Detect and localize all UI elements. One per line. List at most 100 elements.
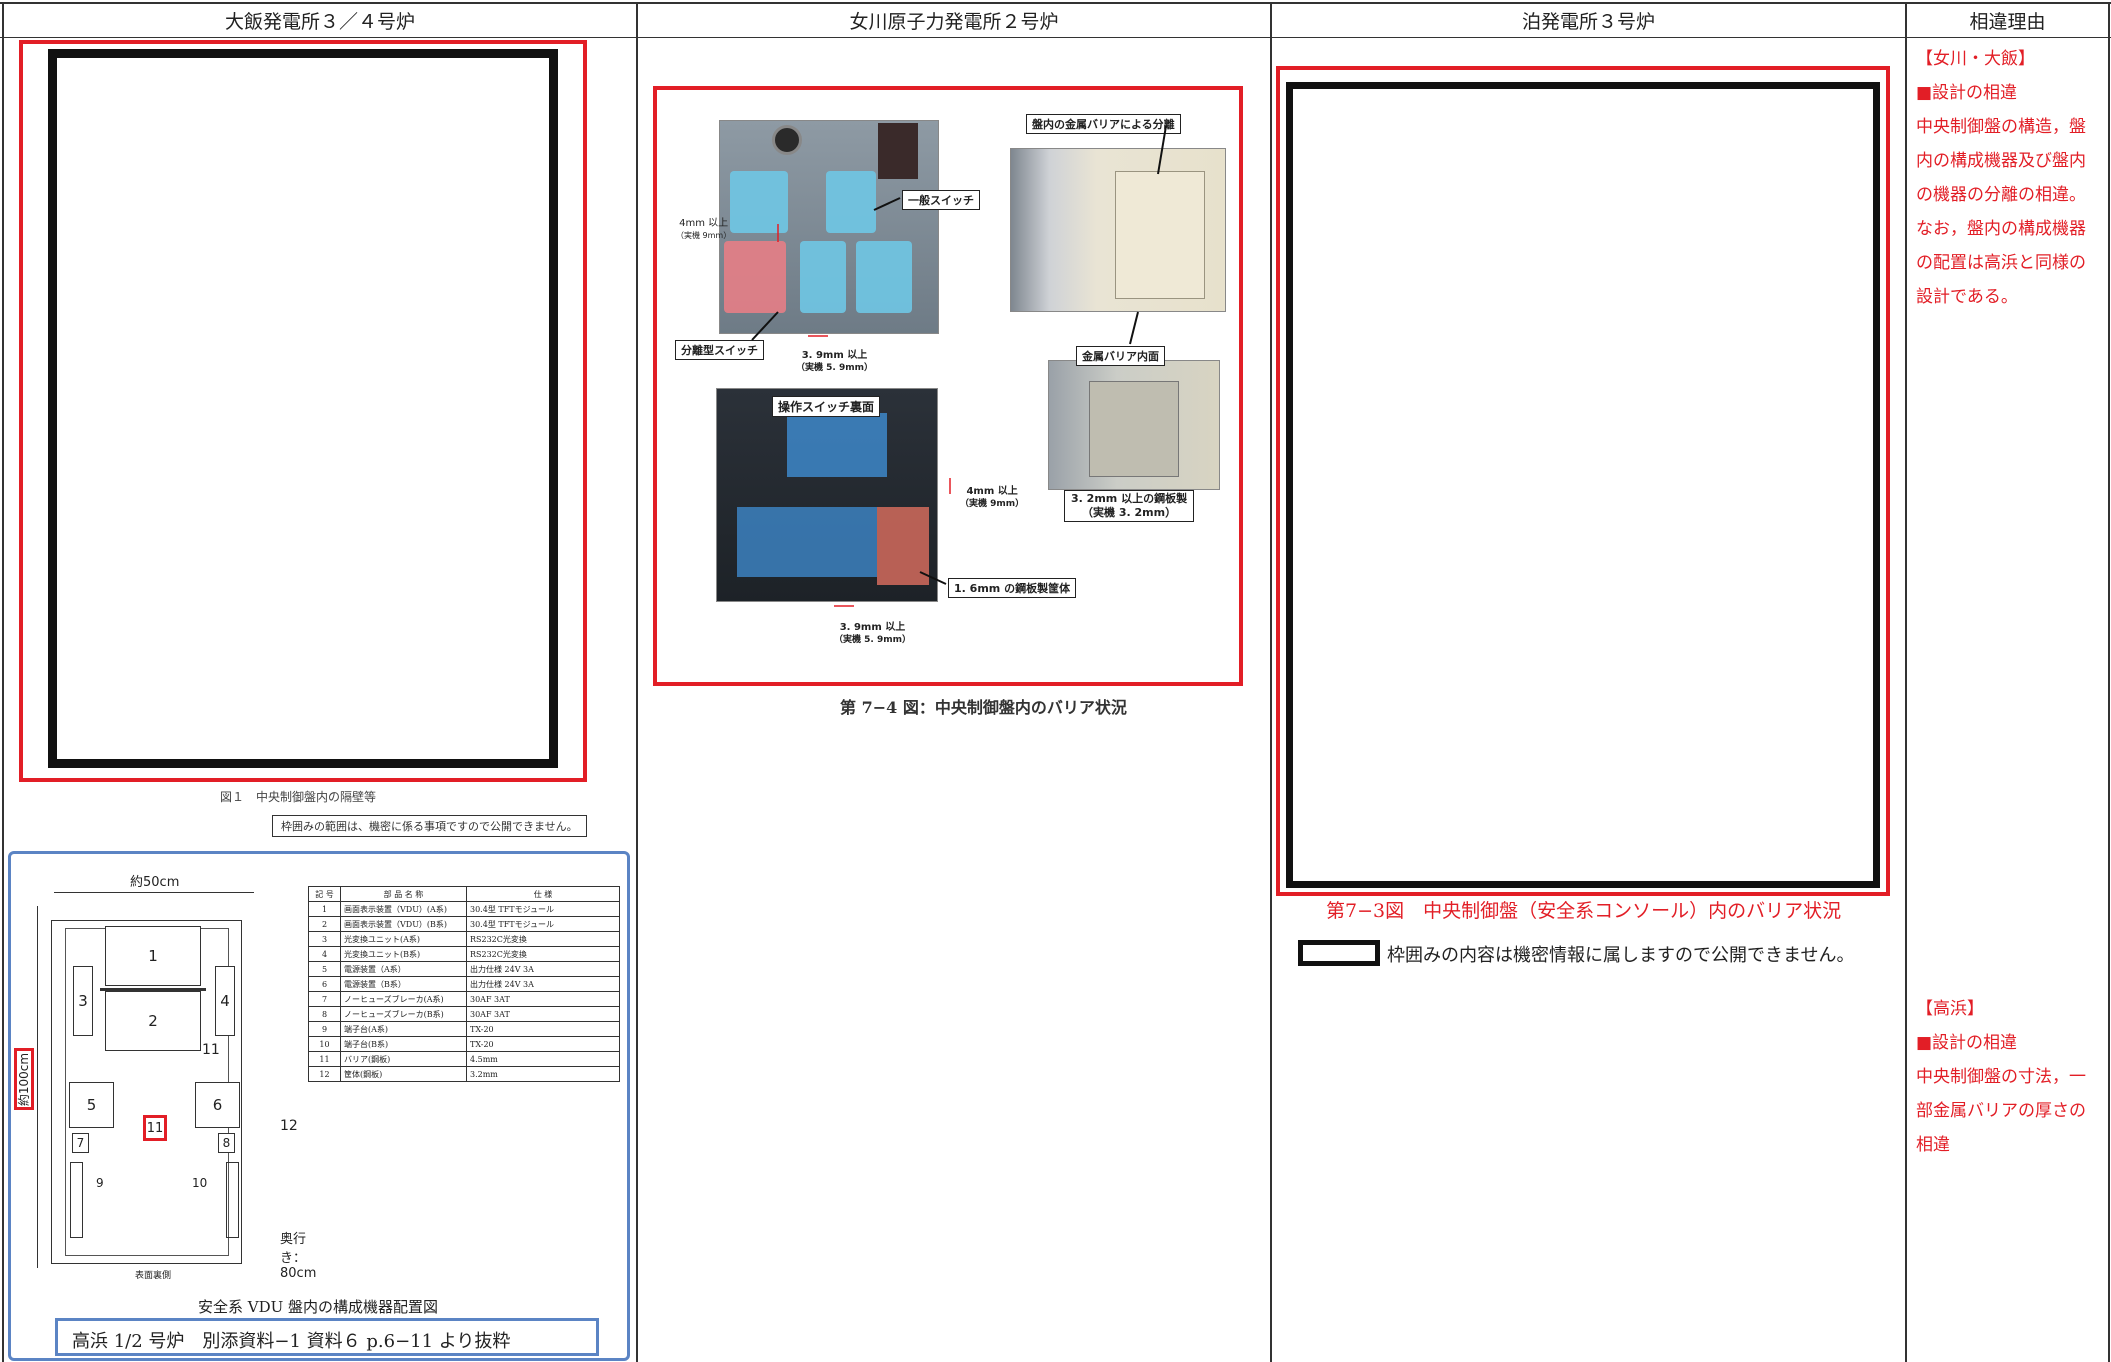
col2-arrows — [751, 125, 1167, 607]
parts-code-cell: 8 — [308, 1006, 341, 1022]
height-arrow — [37, 906, 38, 1268]
parts-code-cell: 2 — [308, 916, 341, 932]
source-note: 高浜 1/2 号炉 別添資料−1 資料６ p.6−11 より抜粋 — [55, 1318, 599, 1356]
parts-spec-cell: 3.2mm — [466, 1066, 620, 1082]
reason-block-1: 【女川・大飯】 ■設計の相違 中央制御盤の構造，盤内の構成機器及び盤内の機器の分… — [1916, 42, 2102, 314]
tomari-confidential-note: 枠囲みの内容は機密情報に属しますので公開できません。 — [1387, 945, 1855, 966]
parts-spec-cell: TX-20 — [466, 1021, 620, 1037]
parts-name-cell: 端子台(A系) — [340, 1021, 467, 1037]
tomari-legend-swatch — [1298, 940, 1380, 966]
parts-name-cell: 画面表示装置（VDU）(A系) — [340, 901, 467, 917]
arrow-barrier-inner — [1129, 311, 1139, 345]
part-6: 6 — [195, 1082, 240, 1128]
reason-2-item: ■設計の相違 — [1916, 1033, 2018, 1053]
layout-caption: 安全系 VDU 盤内の構成機器配置図 — [198, 1298, 439, 1316]
part-11-highlight: 11 — [143, 1115, 167, 1141]
tomari-caption: 第7−3図 中央制御盤（安全系コンソール）内のバリア状況 — [1326, 900, 1842, 922]
part-1: 1 — [105, 926, 201, 986]
th-name: 部 品 名 称 — [340, 886, 467, 902]
arrow-general-switch — [873, 197, 901, 211]
parts-spec-cell: 30AF 3AT — [466, 1006, 620, 1022]
parts-table-row: 9 端子台(A系) TX-20 — [308, 1021, 620, 1037]
parts-code-cell: 6 — [308, 976, 341, 992]
parts-spec-cell: RS232C光変換 — [466, 931, 620, 947]
parts-spec-cell: 4.5mm — [466, 1051, 620, 1067]
height-label: 約100cm — [17, 1052, 32, 1106]
parts-code-cell: 4 — [308, 946, 341, 962]
parts-code-cell: 12 — [308, 1066, 341, 1082]
ohi-fig1-caption: 図１ 中央制御盤内の隔壁等 — [220, 790, 377, 804]
parts-name-cell: ノーヒューズブレーカ(B系) — [340, 1006, 467, 1022]
parts-table-row: 7 ノーヒューズブレーカ(A系) 30AF 3AT — [308, 991, 620, 1007]
parts-table-row: 4 光変換ユニット(B系) RS232C光変換 — [308, 946, 620, 962]
arrow-separate-switch — [751, 311, 779, 341]
parts-table-row: 11 バリア(鋼板) 4.5mm — [308, 1051, 620, 1067]
table-left-border — [2, 2, 4, 1362]
table-right-border — [2108, 2, 2110, 1362]
header-tomari: 泊発電所３号炉 — [1521, 10, 1655, 33]
parts-spec-cell: 30.4型 TFTモジュール — [466, 916, 620, 932]
parts-table-row: 3 光変換ユニット(A系) RS232C光変換 — [308, 931, 620, 947]
onagawa-caption: 第 7−4 図：中央制御盤内のバリア状況 — [840, 698, 1127, 717]
parts-spec-cell: 出力仕様 24V 3A — [466, 961, 620, 977]
parts-spec-cell: 出力仕様 24V 3A — [466, 976, 620, 992]
col-divider-3 — [1905, 2, 1907, 1362]
parts-table-body: 1 画面表示装置（VDU）(A系) 30.4型 TFTモジュール 2 画面表示装置（VD… — [308, 901, 620, 1082]
parts-code-cell: 1 — [308, 901, 341, 917]
parts-table-row: 1 画面表示装置（VDU）(A系) 30.4型 TFTモジュール — [308, 901, 620, 917]
parts-table-header: 記 号 部 品 名 称 仕 様 — [308, 886, 620, 902]
parts-table-row: 2 画面表示装置（VDU）(B系) 30.4型 TFTモジュール — [308, 916, 620, 932]
parts-name-cell: 電源装置（B系） — [340, 976, 467, 992]
reason-2-body: 中央制御盤の寸法，一部金属バリアの厚さの相違 — [1916, 1067, 2086, 1155]
width-label: 約50cm — [130, 875, 180, 890]
part-2: 2 — [105, 991, 201, 1051]
part-10-label: 10 — [192, 1176, 208, 1190]
part-12-label: 12 — [280, 1118, 298, 1134]
parts-spec-cell: RS232C光変換 — [466, 946, 620, 962]
front-label: 表面裏側 — [135, 1271, 172, 1281]
header-onagawa: 女川原子力発電所２号炉 — [849, 10, 1059, 33]
reason-block-2: 【高浜】 ■設計の相違 中央制御盤の寸法，一部金属バリアの厚さの相違 — [1916, 992, 2102, 1162]
parts-name-cell: 光変換ユニット(B系) — [340, 946, 467, 962]
parts-table-row: 12 筐体(鋼板) 3.2mm — [308, 1066, 620, 1082]
arrow-barrier-separation — [1157, 125, 1167, 175]
parts-table-row: 8 ノーヒューズブレーカ(B系) 30AF 3AT — [308, 1006, 620, 1022]
reason-1-body: 中央制御盤の構造，盤内の構成機器及び盤内の機器の分離の相違。なお，盤内の構成機器… — [1916, 117, 2086, 307]
parts-code-cell: 5 — [308, 961, 341, 977]
parts-table-row: 5 電源装置（A系） 出力仕様 24V 3A — [308, 961, 620, 977]
col-divider-2 — [1270, 2, 1272, 1362]
tomari-masked-figure — [1286, 82, 1880, 888]
part-8: 8 — [218, 1133, 235, 1153]
parts-spec-cell: 30.4型 TFTモジュール — [466, 901, 620, 917]
depth-label: 奥行き：80cm — [280, 1232, 317, 1281]
arrow-steel-case — [919, 571, 947, 585]
part-3: 3 — [73, 966, 93, 1036]
th-spec: 仕 様 — [466, 886, 620, 902]
header-bottom-border — [0, 37, 2111, 38]
reason-1-title: 【女川・大飯】 — [1916, 49, 2035, 69]
th-code: 記 号 — [308, 886, 341, 902]
parts-name-cell: 端子台(B系) — [340, 1036, 467, 1052]
parts-code-cell: 7 — [308, 991, 341, 1007]
layout-drawing: 約50cm 1 2 3 4 11 5 6 11 7 8 9 10 12 奥行き：… — [30, 870, 316, 1282]
ohi-confidential-note: 枠囲みの範囲は、機密に係る事項ですので公開できません。 — [272, 815, 587, 837]
parts-table: 記 号 部 品 名 称 仕 様 1 画面表示装置（VDU）(A系) 30.4型 TF… — [308, 886, 620, 1082]
header-reason: 相違理由 — [1969, 10, 2046, 33]
part-9-bar — [70, 1162, 83, 1238]
parts-table-row: 10 端子台(B系) TX-20 — [308, 1036, 620, 1052]
parts-name-cell: ノーヒューズブレーカ(A系) — [340, 991, 467, 1007]
parts-code-cell: 9 — [308, 1021, 341, 1037]
part-7: 7 — [72, 1133, 89, 1153]
reason-2-title: 【高浜】 — [1916, 999, 1984, 1019]
part-9-label: 9 — [96, 1176, 104, 1190]
parts-name-cell: 筐体(鋼板) — [340, 1066, 467, 1082]
parts-code-cell: 10 — [308, 1036, 341, 1052]
height-label-box: 約100cm — [14, 1048, 34, 1110]
part-11-label: 11 — [202, 1042, 220, 1058]
part-5: 5 — [69, 1082, 114, 1128]
reason-1-item: ■設計の相違 — [1916, 83, 2018, 103]
ohi-masked-figure — [48, 49, 558, 768]
parts-spec-cell: 30AF 3AT — [466, 991, 620, 1007]
parts-name-cell: 電源装置（A系） — [340, 961, 467, 977]
parts-table-row: 6 電源装置（B系） 出力仕様 24V 3A — [308, 976, 620, 992]
